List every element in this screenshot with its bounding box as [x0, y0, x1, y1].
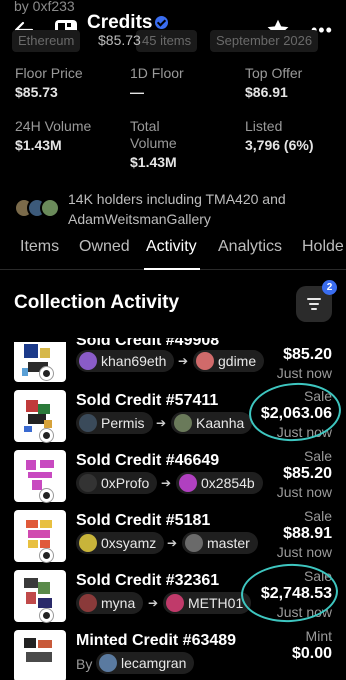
stat-24h-volume: 24H Volume $1.43M [15, 118, 91, 154]
stat-label: 1D Floor [130, 65, 184, 81]
stat-listed: Listed 3,796 (6%) [245, 118, 313, 154]
activity-time: Just now [276, 544, 332, 560]
date-chip: September 2026 [210, 30, 319, 52]
from-user[interactable]: 0xProfo [76, 472, 158, 494]
to-username: Kaanha [196, 415, 245, 431]
to-user[interactable]: master [182, 532, 258, 554]
filter-icon-line [309, 303, 319, 305]
filter-count-badge: 2 [322, 280, 337, 295]
from-username: 0xProfo [101, 475, 150, 491]
verified-badge-icon [155, 16, 168, 29]
to-user[interactable]: Kaanha [171, 412, 253, 434]
from-username: myna [101, 595, 136, 611]
from-username: khan69eth [101, 353, 167, 369]
arrow-right-icon: ➔ [178, 354, 189, 368]
arrow-right-icon: ➔ [161, 476, 172, 490]
arrow-right-icon: ➔ [156, 416, 167, 430]
chain-icon [39, 488, 54, 503]
filter-icon-line [311, 308, 317, 310]
to-username: master [207, 535, 250, 551]
minter-username: lecamgran [121, 655, 187, 671]
from-user[interactable]: khan69eth [76, 350, 175, 372]
activity-row[interactable]: Sold Credit #49908 khan69eth ➔ gdime $85… [0, 330, 346, 390]
tab-holders[interactable]: Holde [302, 238, 344, 256]
filter-icon [307, 298, 321, 300]
activity-price: $85.20 [283, 346, 332, 363]
stat-label: 24H Volume [15, 118, 92, 134]
items-chip: 45 items [136, 30, 198, 52]
activity-type: Mint [305, 628, 332, 644]
stat-value: 3,796 (6%) [245, 137, 314, 153]
activity-title: Sold Credit #5181 [76, 512, 211, 529]
from-user[interactable]: Permis [76, 412, 153, 434]
nft-thumbnail [14, 630, 66, 680]
activity-price: $88.91 [283, 525, 332, 542]
chain-icon [39, 366, 54, 381]
holder-avatars [14, 198, 64, 220]
activity-price: $0.00 [291, 645, 332, 662]
stat-label: Total Volume [130, 118, 177, 151]
chain-chip: Ethereum [12, 30, 81, 52]
stat-top-offer: Top Offer $86.91 [245, 65, 302, 101]
tab-activity[interactable]: Activity [146, 238, 197, 256]
stat-floor-price: Floor Price $85.73 [15, 65, 83, 101]
to-username: 0x2854b [201, 475, 255, 491]
activity-row[interactable]: Sold Credit #5181 0xsyamz ➔ master Sale … [0, 508, 346, 568]
activity-type: Sale [303, 448, 332, 464]
stat-value: $1.43M [130, 154, 177, 170]
activity-row[interactable]: Sold Credit #46649 0xProfo ➔ 0x2854b Sal… [0, 448, 346, 508]
activity-price: $85.20 [283, 465, 332, 482]
activity-title: Sold Credit #32361 [76, 572, 220, 589]
tab-analytics[interactable]: Analytics [218, 238, 282, 256]
chain-icon [39, 428, 54, 443]
activity-type: Sale [303, 508, 332, 524]
tab-owned[interactable]: Owned [79, 238, 130, 256]
to-username: METH01 [188, 595, 244, 611]
tab-bar: Items Owned Activity Analytics Holde [0, 238, 346, 270]
arrow-right-icon: ➔ [167, 536, 178, 550]
minter-user[interactable]: lecamgran [96, 652, 195, 674]
stat-label: Top Offer [245, 65, 303, 81]
chain-icon [39, 608, 54, 623]
collection-chips: Ethereum 45 items September 2026 $85.73 [12, 30, 346, 54]
stat-1d-floor: 1D Floor — [130, 65, 184, 101]
header-price: $85.73 [98, 32, 141, 48]
holders-text: 14K holders including TMA420 and AdamWei… [68, 191, 286, 227]
section-title: Collection Activity [14, 292, 180, 313]
from-username: 0xsyamz [101, 535, 157, 551]
to-user[interactable]: 0x2854b [176, 472, 263, 494]
activity-title: Sold Credit #46649 [76, 452, 220, 469]
chain-icon [39, 548, 54, 563]
arrow-right-icon: ➔ [148, 596, 159, 610]
tab-items[interactable]: Items [20, 238, 59, 256]
to-username: gdime [218, 353, 257, 369]
activity-time: Just now [276, 484, 332, 500]
to-user[interactable]: gdime [193, 350, 265, 372]
stat-label: Floor Price [15, 65, 83, 81]
activity-row[interactable]: Minted Credit #63489 By lecamgran Mint $… [0, 628, 346, 680]
from-user[interactable]: 0xsyamz [76, 532, 165, 554]
activity-title: Sold Credit #49908 [76, 332, 220, 349]
minted-by-label: By [76, 656, 93, 672]
holder-avatar [40, 198, 60, 218]
stat-value: $1.43M [15, 137, 62, 153]
activity-time: Just now [276, 365, 332, 381]
stat-value: $86.91 [245, 84, 288, 100]
stat-label: Listed [245, 118, 283, 134]
active-tab-indicator [144, 268, 200, 270]
stat-value: — [130, 84, 144, 100]
from-user[interactable]: myna [76, 592, 144, 614]
activity-title: Sold Credit #57411 [76, 392, 219, 409]
stat-value: $85.73 [15, 84, 58, 100]
activity-title: Minted Credit #63489 [76, 632, 237, 649]
stat-total-volume: Total Volume $1.43M [130, 118, 200, 171]
to-user[interactable]: METH01 [163, 592, 252, 614]
from-username: Permis [101, 415, 145, 431]
